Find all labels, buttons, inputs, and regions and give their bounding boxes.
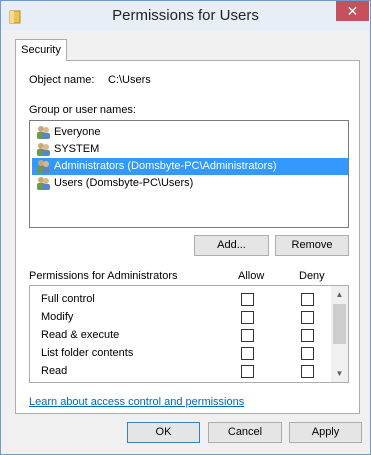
window-title: Permissions for Users xyxy=(112,7,259,24)
permission-row: Full control xyxy=(30,290,330,308)
group-names-label: Group or user names: xyxy=(29,104,136,116)
permission-row: Read & execute xyxy=(30,326,330,344)
list-item-label: SYSTEM xyxy=(54,143,100,155)
users-group-icon xyxy=(37,160,50,173)
deny-checkbox[interactable] xyxy=(301,293,314,306)
permission-row: Read xyxy=(30,362,330,380)
permission-row: Modify xyxy=(30,308,330,326)
allow-checkbox[interactable] xyxy=(241,365,254,378)
deny-checkbox[interactable] xyxy=(301,347,314,360)
allow-column-header: Allow xyxy=(238,270,265,282)
list-item-administrators[interactable]: Administrators (Domsbyte-PC\Administrato… xyxy=(32,158,348,175)
allow-checkbox[interactable] xyxy=(241,347,254,360)
allow-checkbox[interactable] xyxy=(241,311,254,324)
permission-row: List folder contents xyxy=(30,344,330,362)
access-control-help-link[interactable]: Learn about access control and permissio… xyxy=(29,396,244,408)
object-name-value: C:\Users xyxy=(108,74,151,86)
deny-column-header: Deny xyxy=(299,270,325,282)
security-tab-panel: Object name: C:\Users Group or user name… xyxy=(15,60,360,414)
deny-checkbox[interactable] xyxy=(301,311,314,324)
permission-name: Read & execute xyxy=(41,329,120,341)
scroll-down-icon[interactable]: ▼ xyxy=(331,365,348,382)
list-item-everyone[interactable]: Everyone xyxy=(32,124,348,141)
ok-button[interactable]: OK xyxy=(127,422,200,443)
allow-checkbox[interactable] xyxy=(241,293,254,306)
permissions-for-label: Permissions for Administrators xyxy=(29,270,178,282)
permissions-list[interactable]: Full control Modify Read & execute List … xyxy=(29,285,349,383)
title-bar[interactable]: Permissions for Users ✕ xyxy=(1,1,370,31)
close-button[interactable]: ✕ xyxy=(336,1,369,21)
tab-security[interactable]: Security xyxy=(15,39,67,61)
scroll-up-icon[interactable]: ▲ xyxy=(331,286,348,303)
list-item-label: Users (Domsbyte-PC\Users) xyxy=(54,177,194,189)
permission-name: Modify xyxy=(41,311,74,323)
deny-checkbox[interactable] xyxy=(301,329,314,342)
permission-row xyxy=(30,380,330,382)
add-button[interactable]: Add... xyxy=(194,235,269,256)
object-name-label: Object name: xyxy=(29,74,95,86)
list-item-label: Administrators (Domsbyte-PC\Administrato… xyxy=(54,160,277,172)
group-user-list[interactable]: Everyone SYSTEM Administrators (Domsbyte… xyxy=(29,120,349,228)
permission-name: List folder contents xyxy=(41,347,134,359)
allow-checkbox[interactable] xyxy=(241,329,254,342)
permissions-dialog: Permissions for Users ✕ Security Object … xyxy=(0,0,371,455)
permission-name: Read xyxy=(41,365,68,377)
permission-name: Full control xyxy=(41,293,95,305)
deny-checkbox[interactable] xyxy=(301,365,314,378)
users-group-icon xyxy=(37,143,50,156)
list-item-system[interactable]: SYSTEM xyxy=(32,141,348,158)
list-item-label: Everyone xyxy=(54,126,101,138)
apply-button[interactable]: Apply xyxy=(289,422,362,443)
cancel-button[interactable]: Cancel xyxy=(208,422,282,443)
remove-button[interactable]: Remove xyxy=(275,235,349,256)
permissions-scrollbar[interactable]: ▲ ▼ xyxy=(331,286,348,382)
list-item-users[interactable]: Users (Domsbyte-PC\Users) xyxy=(32,175,348,192)
users-group-icon xyxy=(37,126,50,139)
users-group-icon xyxy=(37,177,50,190)
scroll-thumb[interactable] xyxy=(333,304,346,344)
